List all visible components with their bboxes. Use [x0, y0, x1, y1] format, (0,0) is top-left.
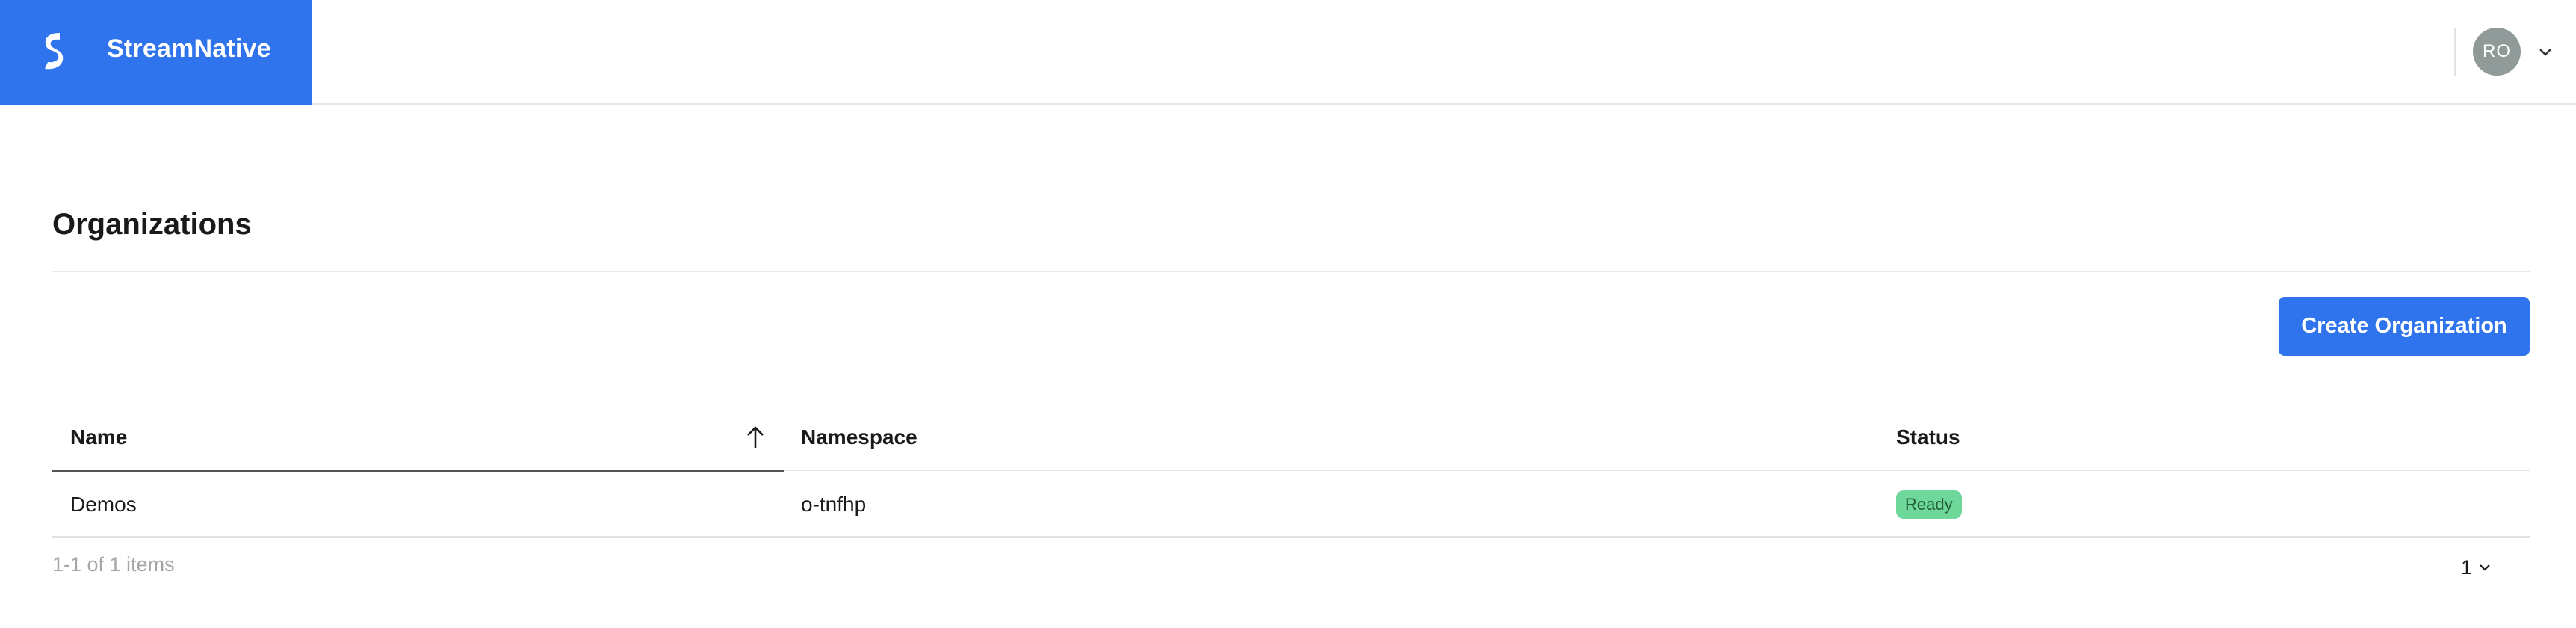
cell-namespace: o-tnfhp	[801, 493, 867, 516]
page-number: 1	[2461, 555, 2473, 579]
chevron-down-icon	[2480, 564, 2490, 571]
chevron-down-icon[interactable]	[2537, 43, 2554, 60]
brand-area[interactable]: StreamNative	[0, 0, 312, 105]
column-header-name[interactable]: Name	[70, 404, 802, 471]
title-divider	[52, 271, 2530, 272]
streamnative-logo-icon	[45, 33, 64, 70]
table-header: Name Namespace Status	[52, 404, 2530, 472]
page-number-select[interactable]: 1	[2461, 555, 2492, 580]
user-avatar[interactable]: RO	[2473, 28, 2521, 76]
status-badge: Ready	[1896, 490, 1962, 519]
column-header-label: Name	[70, 425, 128, 449]
arrow-up-icon[interactable]	[744, 424, 767, 451]
column-header-label: Status	[1896, 425, 1960, 449]
header-divider	[2454, 28, 2456, 76]
top-header: StreamNative RO	[0, 0, 2576, 105]
brand-name: StreamNative	[107, 34, 271, 63]
page-title: Organizations	[52, 208, 252, 241]
column-header-label: Namespace	[801, 425, 917, 449]
table-row[interactable]: Demos o-tnfhp Ready	[52, 471, 2530, 538]
pagination-count: 1-1 of 1 items	[52, 553, 175, 576]
cell-status: Ready	[1896, 471, 1962, 538]
cell-name[interactable]: Demos	[70, 471, 137, 538]
column-header-namespace[interactable]: Namespace	[801, 404, 917, 471]
create-organization-button[interactable]: Create Organization	[2279, 297, 2530, 356]
organizations-table: Name Namespace Status Demos o-tnfhp Read…	[52, 404, 2530, 538]
column-header-status[interactable]: Status	[1896, 404, 1960, 471]
